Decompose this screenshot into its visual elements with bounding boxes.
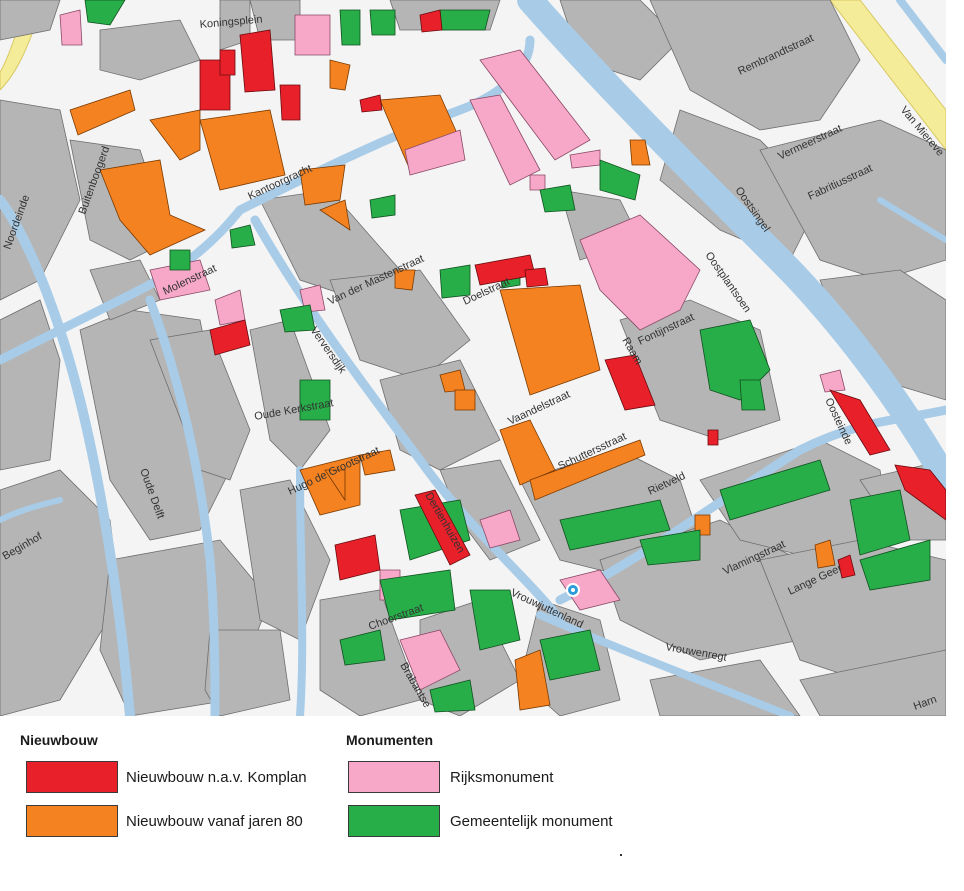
map-canvas[interactable]: Koningsplein Buitenboogerd Noordeinde Ka… xyxy=(0,0,946,716)
legend-heading-nieuwbouw: Nieuwbouw xyxy=(20,732,98,748)
location-pin-icon[interactable] xyxy=(566,583,580,597)
legend-label-rijksmonument: Rijksmonument xyxy=(450,769,554,786)
legend-swatch-gemeentelijk xyxy=(348,805,440,837)
legend-heading-monumenten: Monumenten xyxy=(346,732,434,748)
legend-label-komplan: Nieuwbouw n.a.v. Komplan xyxy=(126,769,307,786)
map-legend: Nieuwbouw Monumenten Nieuwbouw n.a.v. Ko… xyxy=(0,716,964,891)
legend-label-gemeentelijk: Gemeentelijk monument xyxy=(450,813,613,830)
legend-swatch-komplan xyxy=(26,761,118,793)
stray-dot xyxy=(620,854,622,856)
legend-swatch-rijksmonument xyxy=(348,761,440,793)
legend-swatch-jaren80 xyxy=(26,805,118,837)
legend-label-jaren80: Nieuwbouw vanaf jaren 80 xyxy=(126,813,303,830)
